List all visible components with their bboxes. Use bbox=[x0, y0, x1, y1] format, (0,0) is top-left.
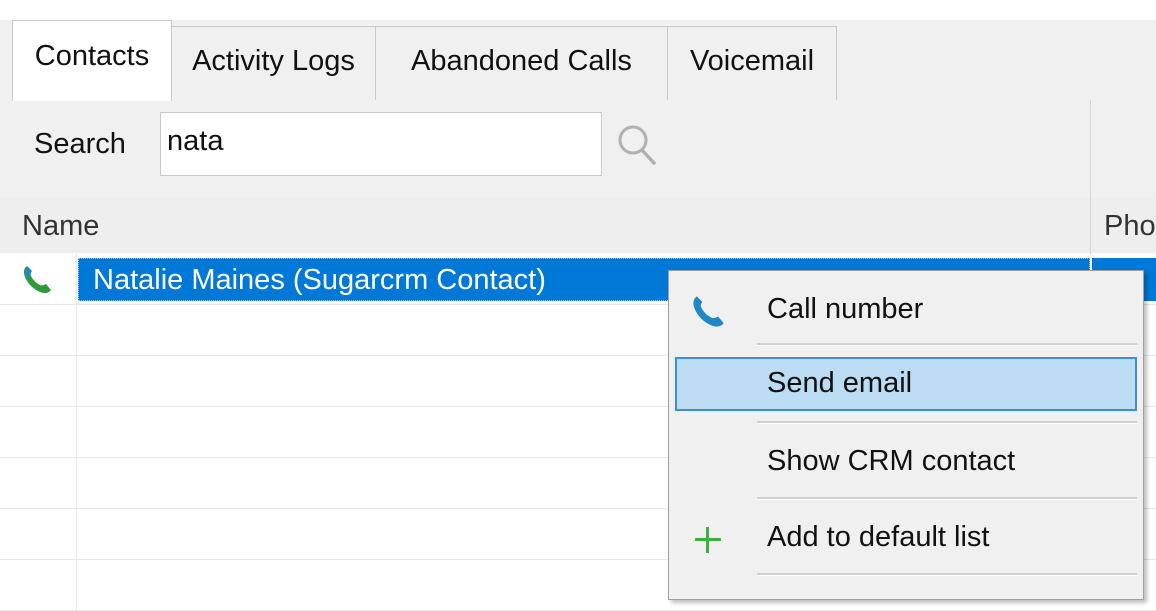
search-icon[interactable] bbox=[612, 120, 660, 168]
search-input[interactable]: nata bbox=[160, 112, 602, 176]
context-menu: Call number Send email Show CRM contact … bbox=[668, 270, 1144, 600]
window-top-strip bbox=[0, 0, 1156, 20]
menu-item-show-crm-contact[interactable]: Show CRM contact bbox=[675, 435, 1137, 489]
tab-voicemail[interactable]: Voicemail bbox=[667, 26, 837, 100]
menu-item-add-to-default-list[interactable]: Add to default list bbox=[675, 511, 1137, 565]
tab-contacts[interactable]: Contacts bbox=[12, 20, 172, 101]
menu-separator bbox=[757, 421, 1137, 424]
menu-item-label: Add to default list bbox=[767, 521, 990, 553]
row-icon-cell bbox=[0, 305, 77, 355]
row-icon-cell bbox=[0, 560, 77, 610]
plus-icon bbox=[695, 527, 721, 553]
tab-activity-logs[interactable]: Activity Logs bbox=[171, 26, 376, 100]
row-icon-cell bbox=[0, 254, 77, 304]
tab-label: Voicemail bbox=[689, 45, 815, 77]
menu-item-label: Send email bbox=[767, 367, 913, 399]
tab-label: Contacts bbox=[34, 40, 150, 72]
menu-item-label: Call number bbox=[767, 293, 924, 325]
tab-bar: Contacts Activity Logs Abandoned Calls V… bbox=[0, 20, 1156, 101]
phone-icon bbox=[693, 296, 724, 327]
row-icon-cell bbox=[0, 458, 77, 508]
menu-separator bbox=[757, 343, 1137, 346]
row-icon-cell bbox=[0, 356, 77, 406]
menu-separator bbox=[757, 497, 1137, 500]
menu-item-label: Show CRM contact bbox=[767, 445, 1016, 477]
tab-abandoned-calls[interactable]: Abandoned Calls bbox=[375, 26, 668, 100]
column-header-phone[interactable]: Pho bbox=[1104, 210, 1156, 243]
menu-item-send-email[interactable]: Send email bbox=[675, 357, 1137, 411]
tab-label: Activity Logs bbox=[192, 45, 355, 77]
search-bar: Search nata bbox=[0, 100, 1156, 198]
tab-label: Abandoned Calls bbox=[411, 45, 632, 77]
table-header: Name Pho bbox=[0, 198, 1156, 253]
row-icon-cell bbox=[0, 509, 77, 559]
search-label: Search bbox=[34, 128, 126, 160]
menu-separator bbox=[757, 573, 1137, 576]
row-icon-cell bbox=[0, 407, 77, 457]
menu-item-call-number[interactable]: Call number bbox=[675, 283, 1137, 337]
column-header-name[interactable]: Name bbox=[22, 210, 99, 243]
phone-icon bbox=[23, 266, 51, 294]
